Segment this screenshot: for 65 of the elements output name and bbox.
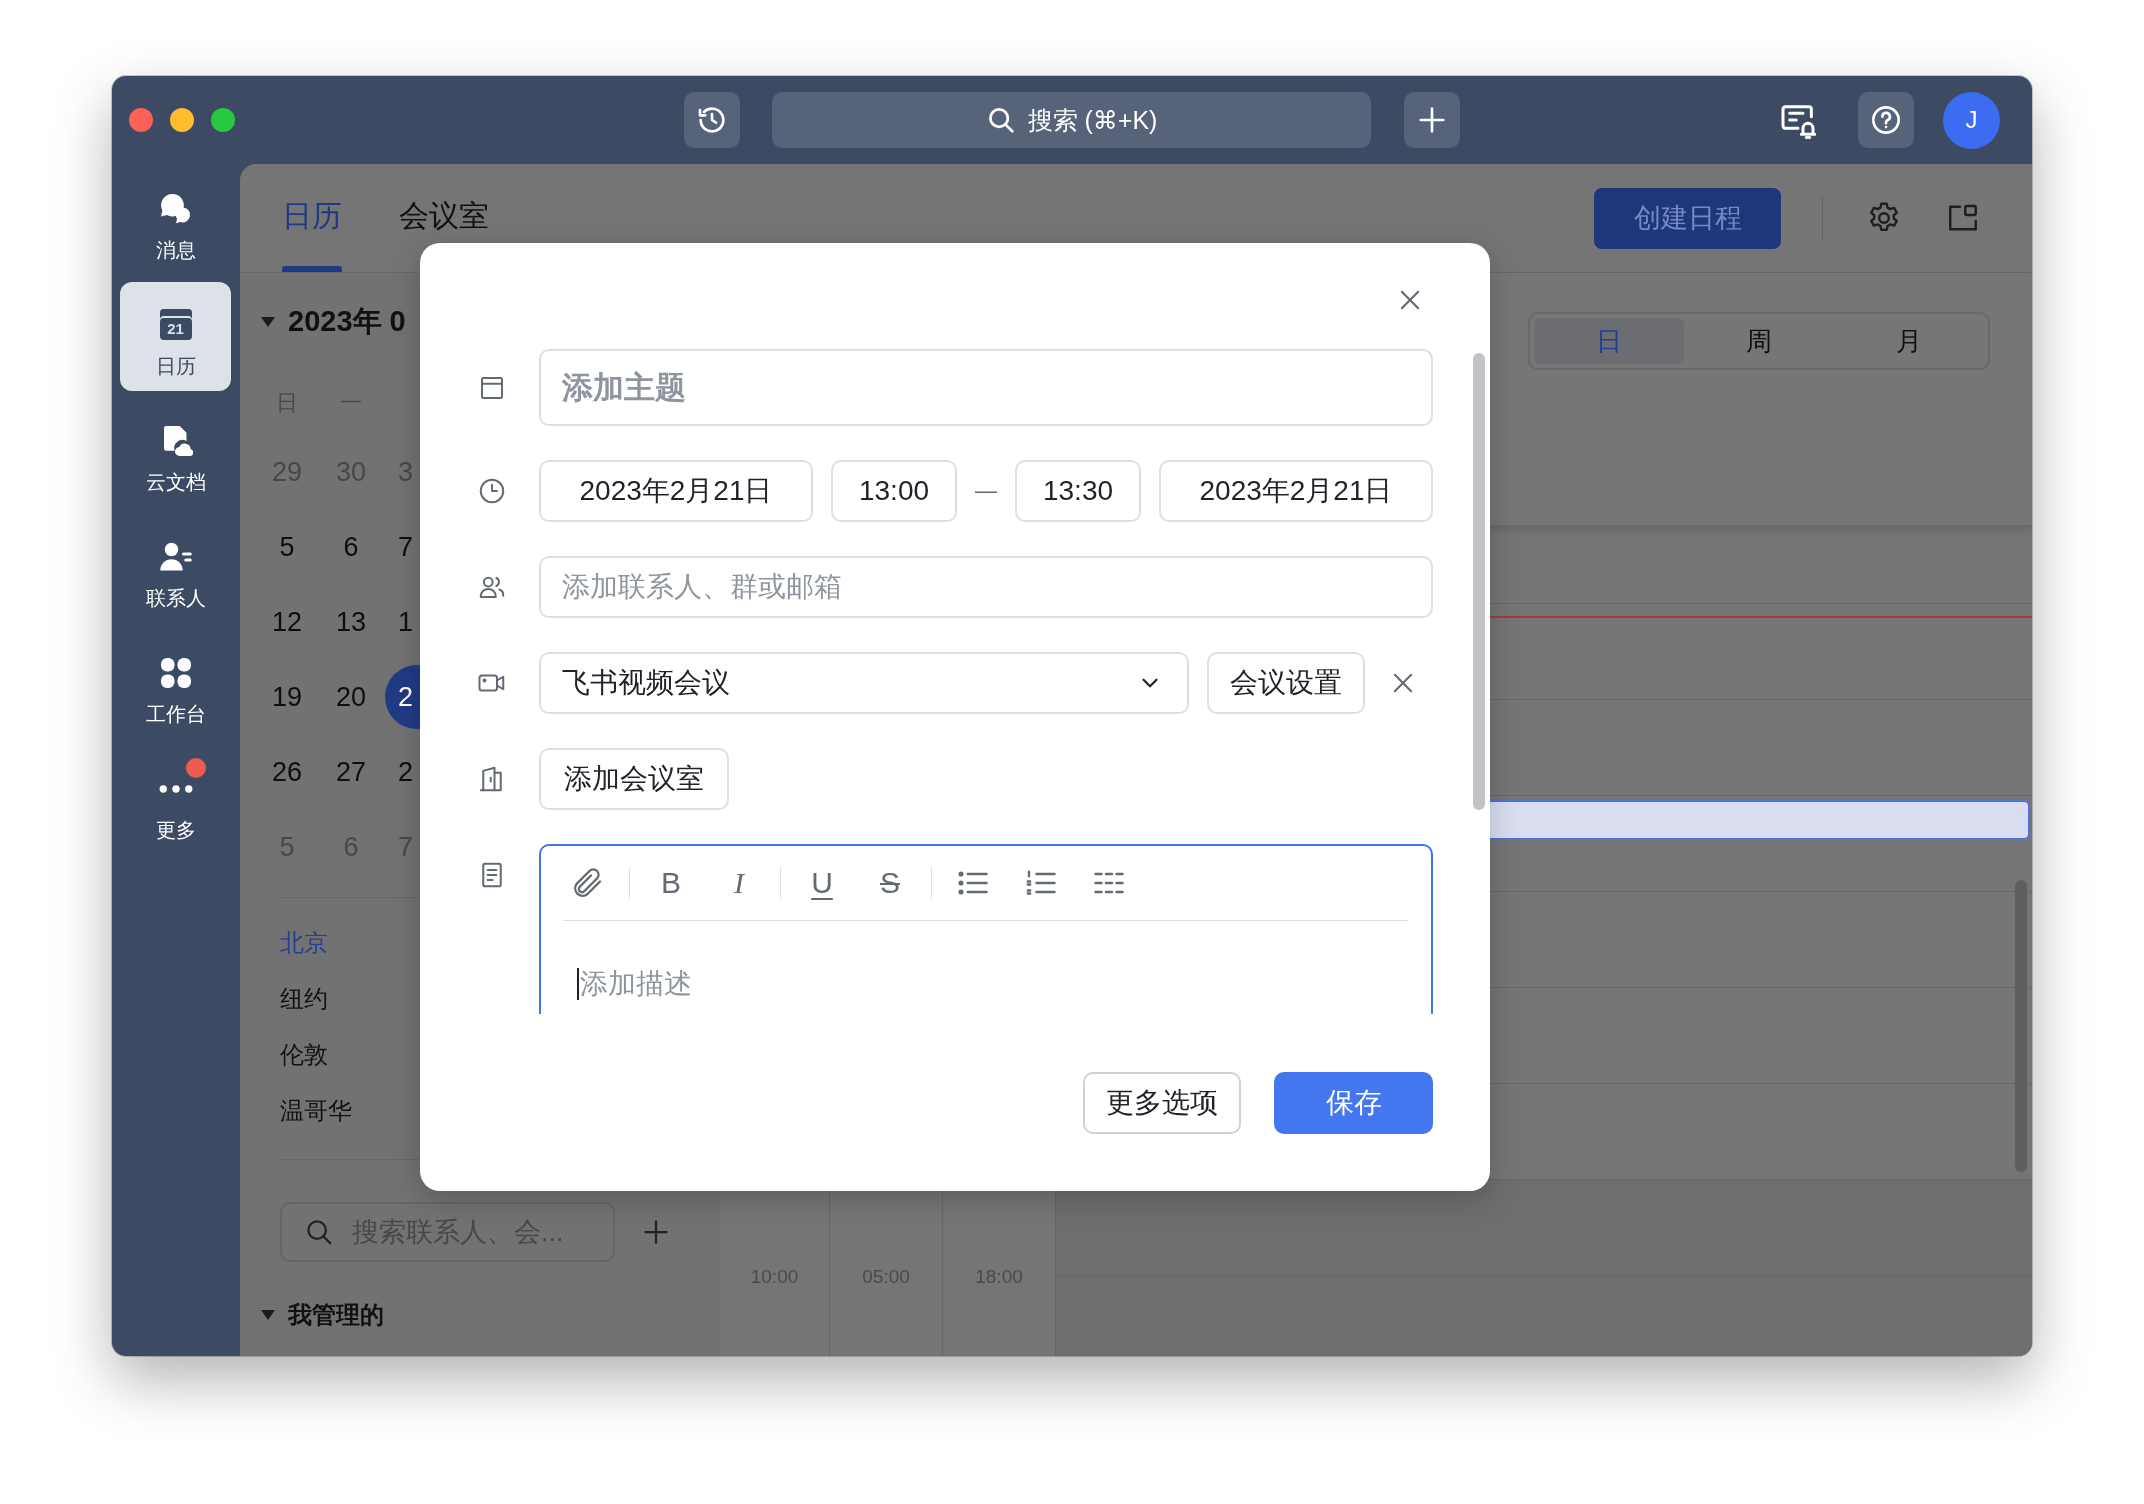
minimize-window-icon[interactable] xyxy=(170,108,194,132)
date-cell[interactable]: 20 xyxy=(335,664,366,729)
add-button[interactable] xyxy=(1404,92,1460,148)
sidebar-item[interactable]: 联系人 xyxy=(120,514,231,623)
date-cell[interactable]: 19 xyxy=(271,664,302,729)
event-block[interactable] xyxy=(1490,800,2030,840)
view-tab[interactable]: 周 xyxy=(1684,318,1834,364)
caret-icon[interactable] xyxy=(261,1310,275,1320)
caret-icon[interactable] xyxy=(261,317,275,327)
attendee-input[interactable]: 添加联系人、群或邮箱 xyxy=(539,556,1433,618)
sidebar-item[interactable]: 工作台 xyxy=(120,630,231,739)
meeting-settings-button[interactable]: 会议设置 xyxy=(1207,652,1365,714)
date-cell[interactable]: 13 xyxy=(335,589,366,654)
range-dash: — xyxy=(975,478,997,504)
date-cell[interactable]: 6 xyxy=(343,514,359,579)
date-cell[interactable]: 5 xyxy=(279,514,295,579)
date-cell[interactable]: 2 xyxy=(385,664,420,729)
search-button[interactable]: 搜索 (⌘+K) xyxy=(772,92,1371,148)
create-event-button[interactable]: 创建日程 xyxy=(1594,187,1781,249)
time-field[interactable]: 13:00 xyxy=(831,460,957,522)
section-title: 我管理的 xyxy=(288,1300,384,1330)
description-input[interactable]: 添加描述 xyxy=(580,968,1408,1000)
calendar-icon: 21 xyxy=(159,309,192,340)
help-icon xyxy=(1870,104,1902,136)
more-options-button[interactable]: 更多选项 xyxy=(1083,1072,1241,1134)
time-field[interactable]: 13:30 xyxy=(1015,460,1141,522)
help-button[interactable] xyxy=(1858,92,1914,148)
history-button[interactable] xyxy=(684,92,740,148)
more-dots-icon xyxy=(158,784,193,794)
date-cell[interactable]: 1 xyxy=(383,589,414,654)
plus-icon[interactable] xyxy=(641,1217,671,1247)
sidebar-item[interactable]: 21 日历 xyxy=(120,282,231,391)
date-cell[interactable]: 26 xyxy=(271,739,302,804)
title-input[interactable]: 添加主题 xyxy=(539,349,1433,426)
tab[interactable]: 日历 xyxy=(282,164,342,272)
city-item[interactable]: 纽约 xyxy=(280,971,328,1027)
user-avatar[interactable]: J xyxy=(1943,91,2000,149)
month-title: 2023年 0 xyxy=(288,304,406,339)
add-room-button[interactable]: 添加会议室 xyxy=(539,748,729,810)
save-button[interactable]: 保存 xyxy=(1274,1072,1433,1134)
date-cell[interactable]: 2 xyxy=(383,739,414,804)
date-cell[interactable]: 12 xyxy=(271,589,302,654)
format-button[interactable]: S xyxy=(872,863,908,903)
city-item[interactable]: 温哥华 xyxy=(280,1083,352,1139)
date-cell[interactable]: 7 xyxy=(383,514,414,579)
sidebar-item[interactable]: 云文档 xyxy=(120,398,231,507)
sidebar-item[interactable]: 消息 xyxy=(120,166,231,275)
date-field[interactable]: 2023年2月21日 xyxy=(1159,460,1433,522)
scrollbar-thumb[interactable] xyxy=(1473,353,1485,810)
meeting-type-dropdown[interactable]: 飞书视频会议 xyxy=(539,652,1189,714)
format-button[interactable]: B xyxy=(653,863,689,903)
city-item[interactable]: 伦敦 xyxy=(280,1027,328,1083)
close-window-icon[interactable] xyxy=(129,108,153,132)
view-tab[interactable]: 月 xyxy=(1834,318,1984,364)
sidebar-item[interactable]: 更多 xyxy=(120,746,231,855)
tab[interactable]: 会议室 xyxy=(399,164,489,272)
date-cell[interactable]: 27 xyxy=(335,739,366,804)
text-cursor-icon xyxy=(577,968,579,1000)
search-icon xyxy=(304,1217,334,1247)
format-button[interactable]: U xyxy=(804,863,840,903)
zoom-window-icon[interactable] xyxy=(211,108,235,132)
format-button[interactable]: I xyxy=(721,863,757,903)
history-icon xyxy=(696,104,728,136)
date-field[interactable]: 2023年2月21日 xyxy=(539,460,813,522)
clock-icon xyxy=(477,476,507,506)
